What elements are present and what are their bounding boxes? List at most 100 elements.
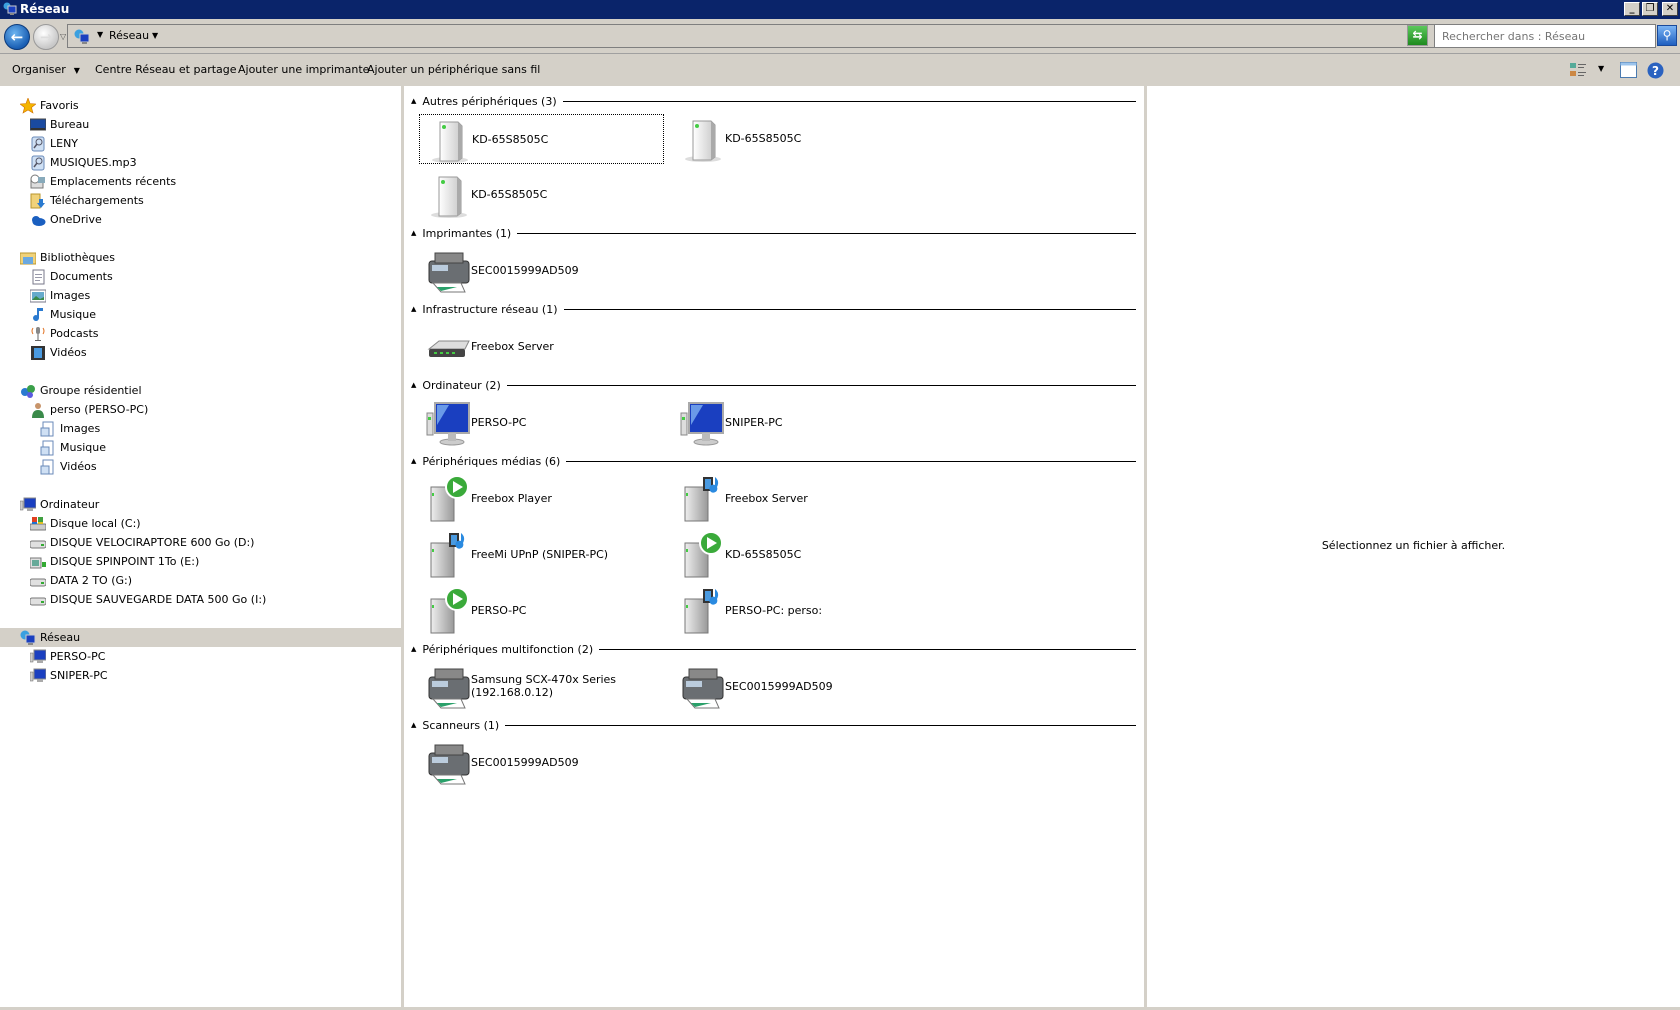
device-tile[interactable]: PERSO-PC xyxy=(419,586,664,636)
nav-item-bureau[interactable]: Bureau xyxy=(0,115,401,134)
group-header[interactable]: ▲ Scanneurs (1) xyxy=(404,715,1136,735)
nav-item-documents[interactable]: Documents xyxy=(0,267,401,286)
nav-item-disque-spinpoint-1to-e[interactable]: DISQUE SPINPOINT 1To (E:) xyxy=(0,552,401,571)
device-tile[interactable]: Freebox Server xyxy=(419,322,664,372)
collapse-caret-icon[interactable]: ▲ xyxy=(411,721,416,729)
refresh-icon: ⇆ xyxy=(1412,28,1423,42)
printer-icon xyxy=(428,252,470,293)
restore-button[interactable]: ❐ xyxy=(1642,2,1658,16)
nav-item-vid-os[interactable]: Vidéos xyxy=(0,343,401,362)
nav-item-vid-os[interactable]: Vidéos xyxy=(0,457,401,476)
nav-item-disque-local-c[interactable]: Disque local (C:) xyxy=(0,514,401,533)
desktop-icon xyxy=(29,118,47,131)
device-tile[interactable]: KD-65S8505C xyxy=(673,114,918,164)
collapse-caret-icon[interactable]: ▲ xyxy=(411,305,416,313)
device-tile[interactable]: KD-65S8505C xyxy=(673,530,918,580)
change-view-icon[interactable] xyxy=(1569,62,1587,78)
nav-item-musique[interactable]: Musique xyxy=(0,305,401,324)
collapse-caret-icon[interactable]: ▲ xyxy=(411,229,416,237)
address-field[interactable]: ▼ Réseau ▼ ▼ xyxy=(67,24,1465,48)
device-tile[interactable]: PERSO-PC xyxy=(419,398,664,448)
refresh-button[interactable]: ⇆ xyxy=(1407,25,1428,46)
recent-pages-dropdown[interactable]: ▽ xyxy=(60,32,66,41)
nav-item-podcasts[interactable]: Podcasts xyxy=(0,324,401,343)
podcast-icon xyxy=(31,327,45,341)
device-tile[interactable]: SEC0015999AD509 xyxy=(419,246,664,296)
nav-item-label: Bureau xyxy=(50,118,90,131)
network-center-button[interactable]: Centre Réseau et partage xyxy=(95,63,237,76)
device-icon xyxy=(685,120,721,162)
nav-item-label: DISQUE SPINPOINT 1To (E:) xyxy=(50,555,200,568)
breadcrumb-dropdown[interactable]: ▼ xyxy=(152,31,158,40)
nav-item-favoris[interactable]: Favoris xyxy=(0,96,401,115)
shared-library-icon xyxy=(40,421,54,437)
organize-button[interactable]: Organiser ▼ xyxy=(12,63,80,76)
nav-item-disque-sauvegarde-data-500-go-i[interactable]: DISQUE SAUVEGARDE DATA 500 Go (I:) xyxy=(0,590,401,609)
device-tile[interactable]: Samsung SCX-470x Series (192.168.0.12) xyxy=(419,662,664,712)
shared-library-icon xyxy=(40,440,54,456)
nav-item-r-seau[interactable]: Réseau xyxy=(0,628,401,647)
device-label: SEC0015999AD509 xyxy=(471,263,579,277)
nav-item-perso-perso-pc[interactable]: perso (PERSO-PC) xyxy=(0,400,401,419)
device-tile[interactable]: Freebox Server xyxy=(673,474,918,524)
device-tile[interactable]: SEC0015999AD509 xyxy=(673,662,918,712)
computer-icon xyxy=(29,668,47,682)
search-button[interactable]: ⚲ xyxy=(1657,25,1677,46)
device-tile[interactable]: PERSO-PC: perso: xyxy=(673,586,918,636)
collapse-caret-icon[interactable]: ▲ xyxy=(411,457,416,465)
search-input[interactable] xyxy=(1434,24,1656,48)
nav-item-label: Podcasts xyxy=(50,327,99,340)
preview-pane-icon[interactable] xyxy=(1620,62,1637,78)
breadcrumb-separator[interactable]: ▼ xyxy=(97,30,103,39)
help-icon[interactable]: ? xyxy=(1647,62,1664,79)
device-tile[interactable]: FreeMi UPnP (SNIPER-PC) xyxy=(419,530,664,580)
back-button[interactable]: ← xyxy=(4,24,30,50)
device-label: KD-65S8505C xyxy=(472,132,549,146)
nav-item-images[interactable]: Images xyxy=(0,419,401,438)
forward-button[interactable]: → xyxy=(33,24,59,50)
close-button[interactable]: ✕ xyxy=(1662,2,1678,16)
nav-item-biblioth-ques[interactable]: Bibliothèques xyxy=(0,248,401,267)
nav-item-label: MUSIQUES.mp3 xyxy=(50,156,137,169)
group-header[interactable]: ▲ Ordinateur (2) xyxy=(404,375,1136,395)
group-header[interactable]: ▲ Périphériques médias (6) xyxy=(404,451,1136,471)
nav-item-sniper-pc[interactable]: SNIPER-PC xyxy=(0,666,401,685)
add-printer-button[interactable]: Ajouter une imprimante xyxy=(238,63,369,76)
nav-item-t-l-chargements[interactable]: Téléchargements xyxy=(0,191,401,210)
view-options-dropdown[interactable]: ▼ xyxy=(1598,64,1604,73)
collapse-caret-icon[interactable]: ▲ xyxy=(411,645,416,653)
nav-item-musique[interactable]: Musique xyxy=(0,438,401,457)
nav-item-images[interactable]: Images xyxy=(0,286,401,305)
nav-item-label: Disque local (C:) xyxy=(50,517,141,530)
navigation-pane: Favoris Bureau LENY MUSIQUES.mp3 Emplacement… xyxy=(0,86,401,1007)
breadcrumb-reseau[interactable]: Réseau xyxy=(109,29,149,42)
nav-item-groupe-r-sidentiel[interactable]: Groupe résidentiel xyxy=(0,381,401,400)
search-folder-icon xyxy=(31,155,45,171)
preview-pane: Sélectionnez un fichier à afficher. xyxy=(1147,86,1680,1007)
add-wireless-device-button[interactable]: Ajouter un périphérique sans fil xyxy=(367,63,540,76)
group-header[interactable]: ▲ Autres périphériques (3) xyxy=(404,91,1136,111)
nav-item-onedrive[interactable]: OneDrive xyxy=(0,210,401,229)
device-tile[interactable]: KD-65S8505C xyxy=(419,114,664,164)
window-title: Réseau xyxy=(20,2,70,16)
nav-item-musiques-mp3[interactable]: MUSIQUES.mp3 xyxy=(0,153,401,172)
nav-item-emplacements-r-cents[interactable]: Emplacements récents xyxy=(0,172,401,191)
device-tile[interactable]: KD-65S8505C xyxy=(419,170,664,220)
device-icon xyxy=(431,176,467,218)
device-label: Freebox Player xyxy=(471,491,552,505)
group-header[interactable]: ▲ Imprimantes (1) xyxy=(404,223,1136,243)
group-header[interactable]: ▲ Périphériques multifonction (2) xyxy=(404,639,1136,659)
nav-item-disque-velociraptore-600-go-d[interactable]: DISQUE VELOCIRAPTORE 600 Go (D:) xyxy=(0,533,401,552)
nav-item-data-2-to-g[interactable]: DATA 2 TO (G:) xyxy=(0,571,401,590)
collapse-caret-icon[interactable]: ▲ xyxy=(411,97,416,105)
group-header[interactable]: ▲ Infrastructure réseau (1) xyxy=(404,299,1136,319)
cloud-icon xyxy=(32,216,46,226)
minimize-button[interactable]: _ xyxy=(1624,2,1640,16)
nav-item-leny[interactable]: LENY xyxy=(0,134,401,153)
device-tile[interactable]: SEC0015999AD509 xyxy=(419,738,664,788)
nav-item-ordinateur[interactable]: Ordinateur xyxy=(0,495,401,514)
nav-item-perso-pc[interactable]: PERSO-PC xyxy=(0,647,401,666)
device-tile[interactable]: SNIPER-PC xyxy=(673,398,918,448)
collapse-caret-icon[interactable]: ▲ xyxy=(411,381,416,389)
device-tile[interactable]: Freebox Player xyxy=(419,474,664,524)
